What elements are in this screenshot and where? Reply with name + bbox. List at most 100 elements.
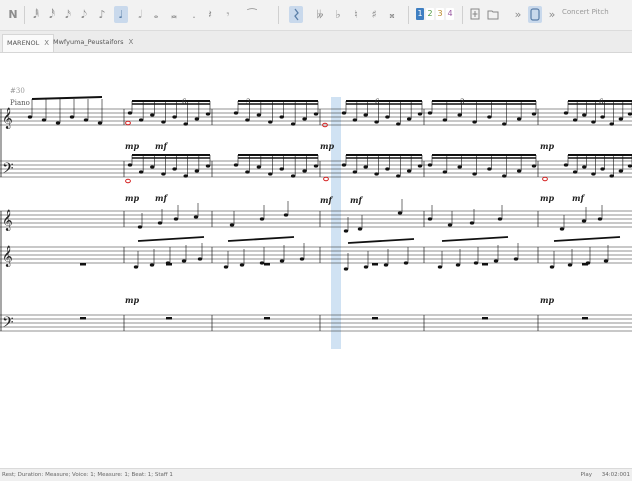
notehead — [363, 265, 369, 269]
tuplet-number: 6 — [182, 98, 187, 106]
rest-mode-button[interactable] — [289, 6, 303, 23]
instrument-name: Piano — [10, 99, 30, 107]
notehead — [279, 259, 285, 263]
dynamic-mark: mf — [155, 193, 168, 203]
duration-quarter-button[interactable]: ♩ — [114, 6, 128, 23]
notehead — [137, 225, 143, 229]
status-time: 34:02:001 — [601, 472, 630, 478]
notehead — [302, 169, 307, 173]
duration-128th-button[interactable]: 𝅘𝅥𝅱 — [30, 6, 42, 23]
voice-1-button[interactable]: 1 — [416, 8, 424, 20]
rest — [372, 317, 378, 320]
status-bar: Rest; Duration: Measure; Voice: 1; Measu… — [0, 468, 632, 481]
notehead — [290, 122, 296, 126]
augmentation-dot-button[interactable]: . — [188, 6, 200, 23]
notehead — [149, 263, 155, 267]
rest — [166, 317, 172, 320]
open-folder-icon[interactable] — [486, 6, 500, 23]
notehead — [582, 165, 587, 169]
duration-half-button[interactable]: 𝅗𝅥 — [134, 6, 146, 23]
tab-score-2[interactable]: Mwfyuma_Peustaifors X — [49, 34, 137, 51]
duration-16th-button[interactable]: 𝅘𝅥𝅮 — [78, 6, 90, 23]
sharp-button[interactable]: ♯ — [368, 6, 380, 23]
notehead — [618, 169, 624, 173]
toolbar-separator — [462, 6, 463, 24]
duration-whole-button[interactable]: 𝅝 — [150, 6, 162, 23]
notehead — [313, 112, 319, 116]
duration-32nd-button[interactable]: 𝅘𝅥𝅯 — [62, 6, 74, 23]
voice-3-button[interactable]: 3 — [436, 8, 444, 20]
notehead — [245, 170, 250, 174]
chevrons-icon[interactable]: » — [512, 6, 524, 23]
measure-number: #30 — [10, 87, 25, 95]
close-icon[interactable]: X — [128, 38, 133, 46]
metronome-toggle-icon[interactable] — [528, 6, 542, 23]
notehead — [502, 174, 507, 178]
notehead — [194, 117, 200, 121]
voice-4-button[interactable]: 4 — [446, 8, 454, 20]
clef: 𝄞 — [2, 246, 13, 267]
double-flat-button[interactable]: 𝄫 — [314, 6, 326, 23]
notehead — [427, 217, 433, 221]
notehead — [582, 113, 587, 117]
concert-pitch-toggle[interactable]: Concert Pitch — [562, 8, 609, 16]
notehead — [385, 115, 390, 119]
notehead — [150, 165, 155, 169]
notehead — [161, 120, 166, 124]
notehead — [609, 174, 614, 178]
notehead — [279, 167, 284, 171]
red-notehead — [323, 176, 329, 182]
notehead — [531, 164, 537, 168]
score-canvas[interactable]: #30 Piano 𝄞 𝄢 𝄞 𝄞 𝄢 6 3 6 3 6 mp mf mp mp mf… — [0, 53, 632, 468]
notehead — [457, 113, 462, 117]
notehead — [591, 172, 596, 176]
dynamic-mark: mf — [350, 195, 363, 205]
beam — [227, 236, 295, 242]
more-chevron-icon[interactable]: » — [546, 6, 558, 23]
duration-breve-button[interactable]: 𝅜 — [168, 6, 180, 23]
notehead — [609, 122, 614, 126]
notehead — [497, 217, 503, 221]
note-input-mode-button[interactable]: N — [6, 6, 20, 23]
rest-button[interactable]: 𝄽 — [204, 6, 216, 23]
notehead — [341, 111, 347, 115]
notehead — [268, 120, 273, 124]
notehead — [205, 164, 211, 168]
flat-button[interactable]: ♭ — [332, 6, 344, 23]
notehead — [138, 170, 144, 174]
rest-eighth-button[interactable]: 𝄾 — [222, 6, 234, 23]
score-page: #30 Piano 𝄞 𝄢 𝄞 𝄞 𝄢 6 3 6 3 6 mp mf mp mp mf… — [0, 87, 632, 349]
tab-score-1[interactable]: MARENOL X — [2, 34, 55, 52]
notehead — [516, 169, 522, 173]
notehead — [493, 259, 499, 263]
toolbar-separator — [408, 6, 409, 24]
notehead — [469, 221, 475, 225]
duration-64th-button[interactable]: 𝅘𝅥𝅰 — [46, 6, 58, 23]
notehead — [343, 267, 349, 271]
tie-button[interactable]: ⁀ — [246, 6, 258, 23]
add-text-icon[interactable] — [468, 6, 482, 23]
clef: 𝄞 — [2, 108, 13, 129]
natural-button[interactable]: ♮ — [350, 6, 362, 23]
notehead — [627, 164, 632, 168]
notehead — [567, 263, 573, 267]
notehead — [223, 265, 229, 269]
notehead — [572, 118, 578, 122]
tab-label: MARENOL — [7, 39, 40, 47]
notehead — [581, 219, 587, 223]
clef: 𝄞 — [2, 210, 13, 231]
duration-eighth-button[interactable]: ♪ — [96, 6, 108, 23]
notehead — [406, 117, 412, 121]
voice-2-button[interactable]: 2 — [426, 8, 434, 20]
dynamic-mark: mp — [540, 193, 554, 203]
notehead — [352, 170, 358, 174]
rest — [166, 263, 172, 266]
notehead — [239, 263, 245, 267]
double-sharp-button[interactable]: 𝄪 — [386, 6, 398, 23]
notehead — [427, 163, 433, 167]
notehead — [193, 215, 199, 219]
notehead — [417, 164, 423, 168]
dynamic-mark: mf — [572, 193, 585, 203]
notehead — [406, 169, 412, 173]
rest — [582, 263, 588, 266]
